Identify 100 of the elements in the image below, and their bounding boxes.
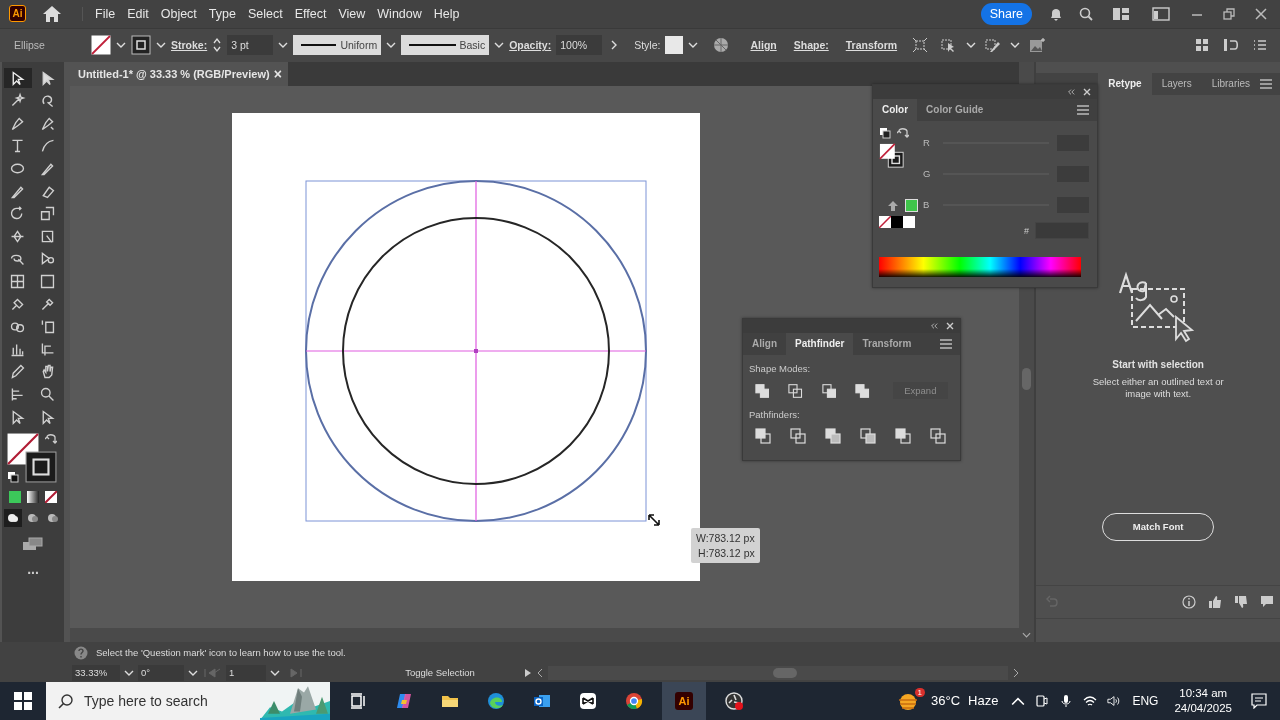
tool-button[interactable] — [3, 67, 32, 89]
camera-icon[interactable] — [1035, 694, 1050, 708]
shape-mode-icon[interactable] — [855, 382, 870, 399]
panel-link[interactable]: Shape: — [793, 39, 829, 52]
menu-icon[interactable] — [940, 339, 952, 349]
workspace-icon[interactable] — [1112, 6, 1130, 21]
color-mode-button[interactable] — [8, 491, 21, 504]
panel-tab[interactable]: Layers — [1151, 72, 1202, 95]
menu-item[interactable]: Object — [154, 6, 203, 21]
stroke-weight-field[interactable]: 3 pt — [227, 35, 274, 56]
stroke-swatch[interactable] — [24, 451, 57, 484]
collapse-icon[interactable] — [1067, 88, 1075, 96]
thumbs-up-icon[interactable] — [1208, 594, 1222, 609]
variable-width-profile[interactable]: Uniform — [293, 35, 382, 56]
collapse-icon[interactable] — [930, 322, 938, 330]
search-input[interactable]: Type here to search — [74, 692, 260, 710]
brush-definition[interactable]: Basic — [401, 35, 490, 56]
spinner-icon[interactable] — [212, 37, 223, 54]
search-icon[interactable] — [1078, 5, 1094, 22]
menu-item[interactable]: View — [332, 6, 372, 21]
default-colors-icon[interactable] — [6, 471, 19, 484]
shape-mode-icon[interactable] — [755, 382, 770, 399]
shape-mode-icon[interactable] — [821, 382, 837, 399]
thumbs-down-icon[interactable] — [1234, 594, 1248, 609]
style-swatch[interactable] — [665, 36, 684, 55]
windows-start-icon[interactable] — [14, 692, 32, 710]
temperature[interactable]: 36°C — [931, 693, 961, 709]
pathfinder-icon[interactable] — [825, 428, 841, 444]
chevron-icon[interactable] — [611, 40, 618, 51]
pathfinder-icon[interactable] — [895, 428, 911, 444]
image-trace-icon[interactable] — [1029, 37, 1046, 54]
recolor-icon[interactable] — [713, 37, 730, 54]
close-icon[interactable] — [1083, 88, 1091, 96]
language-indicator[interactable]: ENG — [1132, 694, 1159, 708]
quick-swatches[interactable] — [879, 216, 915, 228]
menu-item[interactable]: Help — [427, 6, 466, 21]
restore-icon[interactable] — [1223, 7, 1235, 20]
menu-item[interactable]: Window — [371, 6, 428, 21]
fill-swatch[interactable] — [91, 35, 111, 56]
gradient-mode-button[interactable] — [26, 491, 39, 504]
clock-date[interactable]: 24/04/2025 — [1174, 701, 1232, 716]
rotation-field[interactable]: 0° — [138, 665, 184, 681]
clock-time[interactable]: 10:34 am — [1179, 686, 1228, 701]
notifications-icon[interactable] — [1251, 693, 1267, 709]
stroke-label[interactable]: Stroke: — [171, 39, 208, 52]
panel-tab[interactable]: Libraries — [1201, 72, 1260, 95]
arrange-icon[interactable] — [1223, 37, 1239, 54]
scrollbar-thumb[interactable] — [1022, 367, 1032, 390]
close-tab-button[interactable]: × — [273, 65, 282, 82]
grid-icon[interactable] — [1194, 37, 1210, 54]
out-of-gamut-swatch[interactable] — [905, 199, 918, 212]
illustrator-taskbar-button[interactable]: Ai — [662, 682, 706, 720]
pathfinder-icon[interactable] — [860, 428, 876, 444]
panel-tab[interactable]: Retype — [1098, 72, 1152, 95]
scrollbar-thumb[interactable] — [773, 668, 797, 678]
artboard-field[interactable]: 1 — [226, 665, 266, 681]
browser-icon[interactable] — [486, 691, 506, 711]
video-editor-icon[interactable] — [578, 691, 598, 711]
menu-item[interactable]: Effect — [288, 6, 333, 21]
menu-item[interactable]: File — [89, 6, 122, 21]
close-icon[interactable] — [946, 322, 954, 330]
panel-tab[interactable]: Transform — [853, 333, 921, 355]
scroll-right-icon[interactable] — [1012, 668, 1020, 678]
menu-item[interactable]: Edit — [121, 6, 155, 21]
selected-circle[interactable] — [304, 179, 647, 522]
scroll-left-icon[interactable] — [536, 668, 544, 678]
wifi-icon[interactable] — [1083, 694, 1098, 708]
help-icon[interactable] — [74, 646, 88, 660]
microphone-icon[interactable] — [1059, 694, 1074, 708]
menu-item[interactable]: Select — [241, 6, 289, 21]
speaker-icon[interactable] — [1107, 694, 1122, 708]
menu-icon[interactable] — [1077, 105, 1089, 115]
recorder-icon[interactable] — [724, 691, 744, 711]
pathfinder-icon[interactable] — [755, 428, 771, 444]
panel-link[interactable]: Align — [750, 39, 777, 52]
panel-tab[interactable]: Color Guide — [917, 99, 993, 121]
isolate-icon[interactable] — [912, 37, 929, 54]
panel-tab[interactable]: Align — [743, 333, 786, 355]
taskbar-search-field[interactable]: Type here to search — [46, 682, 330, 720]
shape-mode-icon[interactable] — [788, 382, 803, 399]
opacity-field[interactable]: 100% — [556, 35, 603, 56]
document-tab[interactable]: Untitled-1* @ 33.33 % (RGB/Preview) × — [69, 61, 288, 86]
play-icon[interactable] — [524, 668, 532, 678]
swap-icon[interactable] — [44, 433, 57, 446]
screen-mode-icon[interactable] — [21, 537, 44, 552]
panel-tab[interactable]: Color — [873, 99, 918, 121]
weather-condition[interactable]: Haze — [968, 693, 999, 709]
draw-mode-button[interactable] — [5, 511, 20, 526]
home-icon[interactable] — [42, 4, 62, 23]
comment-icon[interactable] — [1260, 594, 1274, 609]
menu-item[interactable]: Type — [202, 6, 242, 21]
close-icon[interactable] — [1255, 7, 1267, 20]
opacity-label[interactable]: Opacity: — [509, 39, 552, 52]
wand-icon[interactable] — [985, 37, 1002, 54]
caret-icon[interactable] — [1022, 632, 1032, 638]
zoom-field[interactable]: 33.33% — [72, 665, 120, 681]
panel-link[interactable]: Transform — [845, 39, 898, 52]
fill-stroke-icon[interactable] — [879, 143, 905, 169]
default-colors-icon[interactable] — [879, 127, 891, 139]
menu-icon[interactable] — [1260, 78, 1272, 89]
